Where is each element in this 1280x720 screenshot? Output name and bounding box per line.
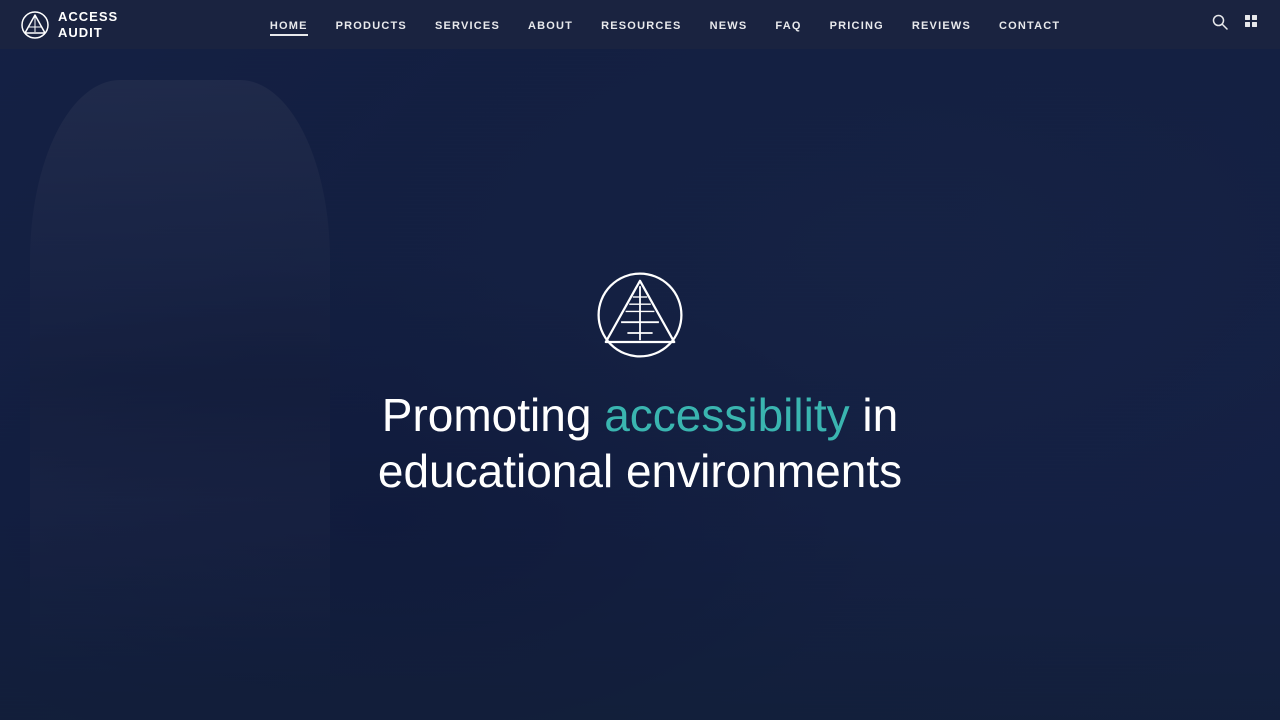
hero-title-line2: educational environments <box>378 445 902 497</box>
nav-link-faq[interactable]: FAQ <box>775 20 801 32</box>
nav-item-home[interactable]: HOME <box>270 16 308 34</box>
hero-content: Promoting accessibility in educational e… <box>0 49 1280 720</box>
hero-title-part2: in <box>850 389 899 441</box>
hero-title: Promoting accessibility in educational e… <box>378 388 902 498</box>
navigation: ACCESS AUDIT HOME PRODUCTS SERVICES ABOU… <box>0 0 1280 49</box>
hero-title-part1: Promoting <box>382 389 604 441</box>
nav-link-products[interactable]: PRODUCTS <box>336 20 407 32</box>
logo-icon <box>20 10 50 40</box>
nav-item-news[interactable]: NEWS <box>710 16 748 34</box>
nav-item-products[interactable]: PRODUCTS <box>336 16 407 34</box>
nav-link-resources[interactable]: RESOURCES <box>601 20 681 32</box>
nav-link-pricing[interactable]: PRICING <box>830 20 884 32</box>
nav-link-services[interactable]: SERVICES <box>435 20 500 32</box>
nav-link-home[interactable]: HOME <box>270 20 308 36</box>
nav-item-pricing[interactable]: PRICING <box>830 16 884 34</box>
nav-item-contact[interactable]: CONTACT <box>999 16 1060 34</box>
nav-item-faq[interactable]: FAQ <box>775 16 801 34</box>
nav-item-resources[interactable]: RESOURCES <box>601 16 681 34</box>
grid-icon[interactable] <box>1244 14 1260 35</box>
logo-text: ACCESS AUDIT <box>58 9 118 40</box>
hero-logo-icon <box>595 270 685 360</box>
nav-item-services[interactable]: SERVICES <box>435 16 500 34</box>
nav-link-reviews[interactable]: REVIEWS <box>912 20 971 32</box>
nav-link-news[interactable]: NEWS <box>710 20 748 32</box>
nav-link-about[interactable]: ABOUT <box>528 20 573 32</box>
nav-right-controls <box>1212 14 1260 35</box>
nav-item-reviews[interactable]: REVIEWS <box>912 16 971 34</box>
nav-links: HOME PRODUCTS SERVICES ABOUT RESOURCES N… <box>270 16 1061 34</box>
hero-section: Promoting accessibility in educational e… <box>0 0 1280 720</box>
nav-link-contact[interactable]: CONTACT <box>999 20 1060 32</box>
search-icon[interactable] <box>1212 14 1228 35</box>
nav-item-about[interactable]: ABOUT <box>528 16 573 34</box>
hero-title-highlight: accessibility <box>604 389 849 441</box>
logo-link[interactable]: ACCESS AUDIT <box>20 9 118 40</box>
